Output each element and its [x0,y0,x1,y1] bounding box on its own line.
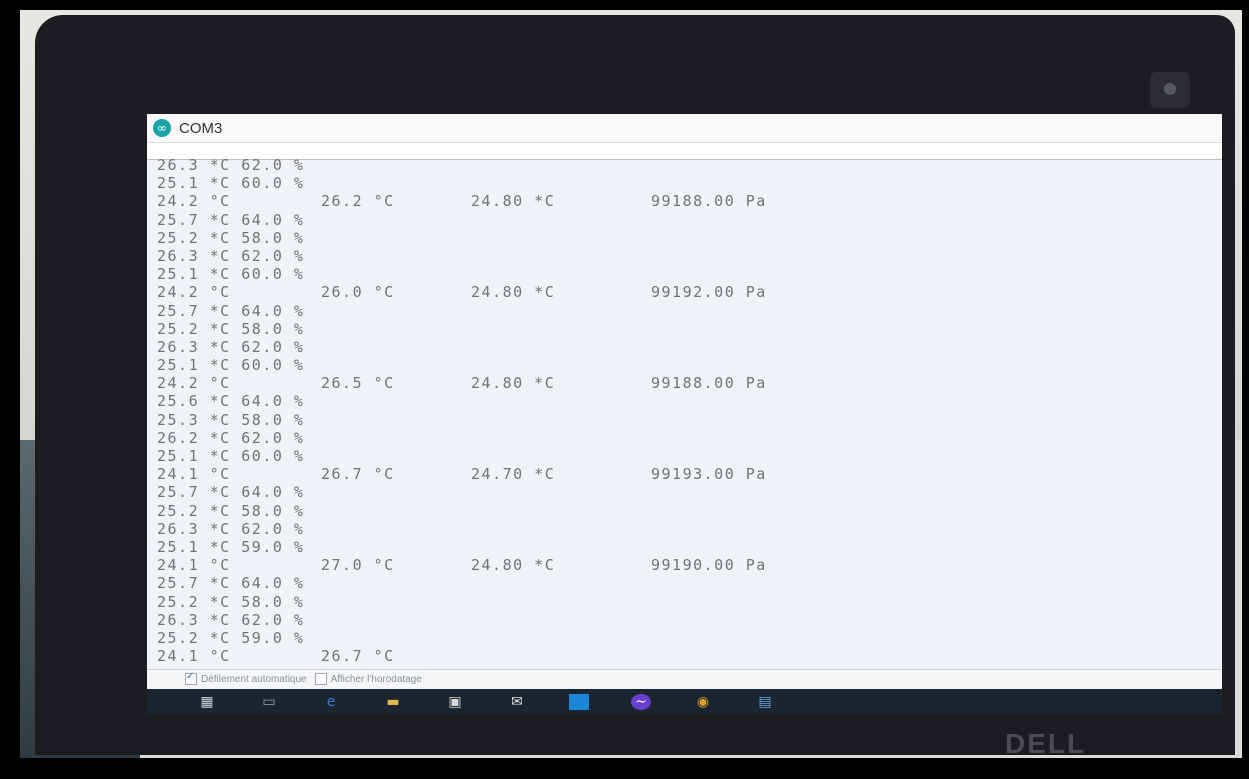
serial-line: 25.1 *C 60.0 % [157,174,1217,192]
serial-line-field: 25.2 *C 58.0 % [157,228,305,247]
serial-line-field: 24.1 °C [157,556,231,575]
store-icon[interactable]: ▣ [445,694,465,710]
timestamp-checkbox[interactable] [314,673,327,685]
serial-line: 26.2 *C 62.0 % [157,429,1217,447]
serial-line: 24.1 °C 26.7 °C [157,647,1217,665]
serial-line-field: 25.7 *C 64.0 % [157,301,305,320]
serial-line-field: 99188.00 Pa [651,374,767,393]
serial-line: 25.2 *C 59.0 % [157,629,1217,647]
serial-line-field: 26.5 °C [321,374,395,393]
serial-line-field: 24.80 *C [471,192,556,211]
serial-line-field: 26.2 °C [321,192,395,211]
serial-line-field: 25.2 *C 58.0 % [157,501,305,520]
serial-line-field: 26.3 *C 62.0 % [157,519,305,538]
window-title: COM3 [179,119,223,137]
serial-line-field: 25.1 *C 60.0 % [157,265,305,284]
serial-line-field: 26.3 *C 62.0 % [157,156,305,174]
serial-line: 25.2 *C 58.0 % [157,502,1217,520]
serial-line: 25.2 *C 58.0 % [157,593,1217,611]
serial-line: 25.2 *C 58.0 % [157,229,1217,247]
serial-line-field: 26.0 °C [321,283,395,302]
serial-line-field: 24.70 *C [471,465,556,484]
serial-line-field: 24.2 °C [157,283,231,302]
task-view-icon[interactable]: ▭ [259,694,279,710]
serial-line: 25.2 *C 58.0 % [157,320,1217,338]
serial-line: 26.3 *C 62.0 % [157,338,1217,356]
serial-line-field: 25.2 *C 58.0 % [157,319,305,338]
serial-line-field: 24.1 °C [157,647,231,666]
arduino-ide-icon[interactable]: ▤ [755,694,775,710]
serial-line-field: 26.7 °C [321,465,395,484]
serial-line-field: 24.80 *C [471,556,556,575]
serial-line-field: 99192.00 Pa [651,283,767,302]
serial-line-field: 99190.00 Pa [651,556,767,575]
serial-line: 25.7 *C 64.0 % [157,483,1217,501]
serial-line-field: 24.80 *C [471,283,556,302]
serial-line-field: 24.2 °C [157,192,231,211]
serial-line: 25.7 *C 64.0 % [157,574,1217,592]
status-bar: Défilement automatique Afficher l'horoda… [147,669,1222,688]
serial-line-field: 25.7 *C 64.0 % [157,574,305,593]
serial-monitor-window: COM3 26.3 *C 62.0 %25.1 *C 60.0 %24.2 °C… [147,114,1222,714]
serial-line: 26.3 *C 62.0 % [157,156,1217,174]
serial-line: 24.1 °C 26.7 °C 24.70 *C 99193.00 Pa [157,465,1217,483]
serial-line: 25.1 *C 60.0 % [157,265,1217,283]
serial-line-field: 24.1 °C [157,465,231,484]
serial-line: 25.3 *C 58.0 % [157,411,1217,429]
autoscroll-label: Défilement automatique [201,673,307,685]
serial-line-field: 99193.00 Pa [651,465,767,484]
serial-line-field: 25.7 *C 64.0 % [157,210,305,229]
serial-line-field: 25.2 *C 58.0 % [157,592,305,611]
serial-line-field: 26.3 *C 62.0 % [157,610,305,629]
windows-start-icon[interactable]: ▦ [197,694,217,710]
serial-output-area[interactable]: 26.3 *C 62.0 % 25.1 *C 60.0 % 24.2 °C 26.2 … [157,156,1217,671]
serial-line: 25.1 *C 59.0 % [157,538,1217,556]
autoscroll-checkbox[interactable] [185,671,197,685]
serial-line: 25.7 *C 64.0 % [157,211,1217,229]
serial-line-field: 26.3 *C 62.0 % [157,246,305,265]
serial-line: 26.3 *C 62.0 % [157,247,1217,265]
serial-line-field: 26.7 °C [321,647,395,666]
pulse-app-icon[interactable]: ~ [631,693,651,710]
edge-browser-icon[interactable]: e [321,694,341,710]
serial-line: 25.7 *C 64.0 % [157,302,1217,320]
serial-line: 26.3 *C 62.0 % [157,611,1217,629]
serial-line: 24.2 °C 26.5 °C 24.80 *C 99188.00 Pa [157,374,1217,392]
webcam-icon [1150,72,1190,108]
serial-line: 25.1 *C 60.0 % [157,447,1217,465]
serial-line-field: 25.7 *C 64.0 % [157,483,305,502]
title-bar: COM3 [147,114,1222,143]
serial-line-field: 25.3 *C 58.0 % [157,410,305,429]
timestamp-label: Afficher l'horodatage [330,673,422,685]
serial-line-field: 25.1 *C 60.0 % [157,174,305,193]
serial-line: 24.1 °C 27.0 °C 24.80 *C 99190.00 Pa [157,556,1217,574]
serial-line: 25.6 *C 64.0 % [157,392,1217,410]
serial-line-field: 25.6 *C 64.0 % [157,392,305,411]
mail-icon[interactable]: ✉ [507,694,527,710]
file-explorer-icon[interactable]: ▬ [383,694,403,710]
serial-line-field: 25.1 *C 60.0 % [157,447,305,465]
chrome-icon[interactable]: ◉ [693,694,713,710]
serial-line: 24.2 °C 26.0 °C 24.80 *C 99192.00 Pa [157,283,1217,301]
serial-line: 25.1 *C 60.0 % [157,356,1217,374]
dell-logo: DELL [1005,728,1087,759]
taskbar: ▦ ▭ e ▬ ▣ ✉ ~ ◉ ▤ [147,689,1222,714]
serial-line: 26.3 *C 62.0 % [157,520,1217,538]
serial-line-field: 25.2 *C 59.0 % [157,628,305,647]
serial-line-field: 25.1 *C 59.0 % [157,537,305,556]
serial-line: 24.2 °C 26.2 °C 24.80 *C 99188.00 Pa [157,192,1217,210]
app-icon[interactable] [569,693,589,710]
serial-line-field: 24.80 *C [471,374,556,393]
arduino-icon [153,119,171,137]
serial-line-field: 26.3 *C 62.0 % [157,337,305,356]
serial-line-field: 24.2 °C [157,374,231,393]
serial-line-field: 26.2 *C 62.0 % [157,428,305,447]
serial-line-field: 25.1 *C 60.0 % [157,356,305,375]
serial-line-field: 99188.00 Pa [651,192,767,211]
serial-line-field: 27.0 °C [321,556,395,575]
